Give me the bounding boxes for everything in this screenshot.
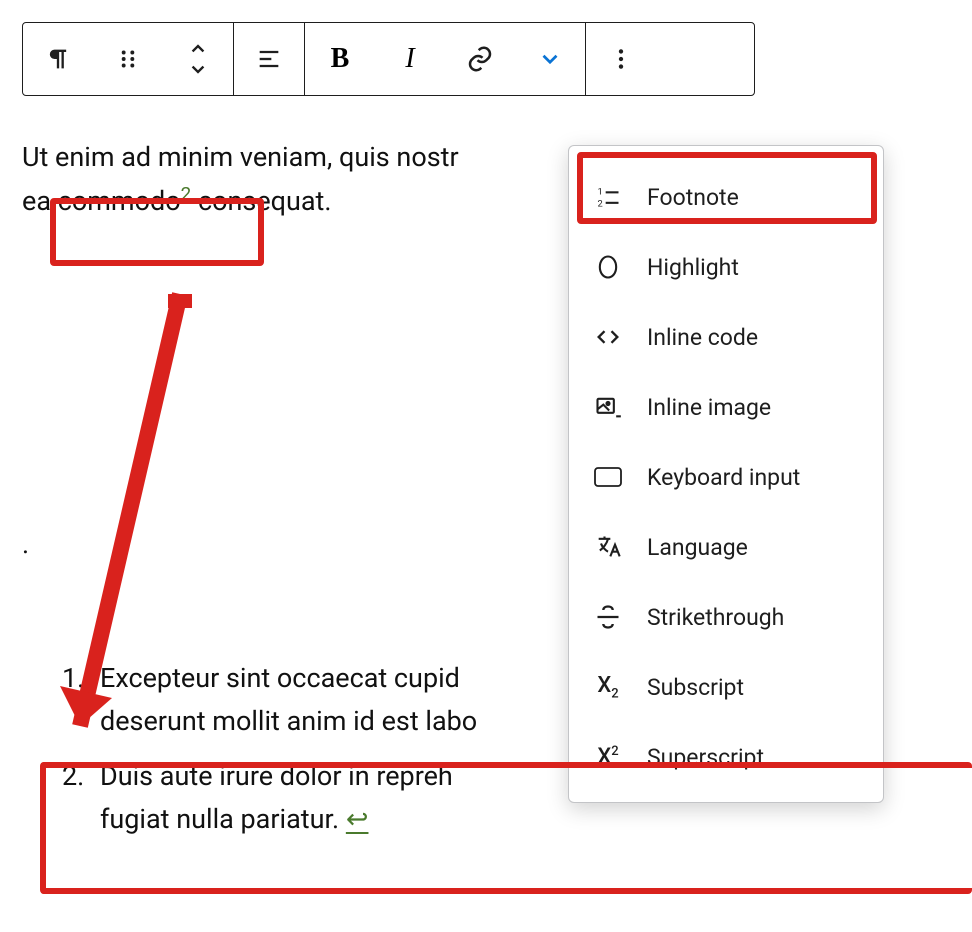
dropdown-item-footnote[interactable]: 12 Footnote bbox=[569, 162, 883, 232]
para1-text-a: Ut enim ad minim veniam, quis nostr bbox=[22, 141, 459, 173]
dropdown-item-highlight[interactable]: Highlight bbox=[569, 232, 883, 302]
block-toolbar: B I bbox=[22, 22, 755, 96]
more-formats-button[interactable] bbox=[515, 23, 585, 95]
dropdown-item-language[interactable]: Language bbox=[569, 512, 883, 582]
footnote-icon: 12 bbox=[591, 180, 625, 214]
link-icon bbox=[465, 44, 495, 74]
para1-text-d: consequat. bbox=[191, 185, 331, 217]
footnote-num-1: 1. bbox=[62, 657, 100, 743]
dropdown-item-inline-code[interactable]: Inline code bbox=[569, 302, 883, 372]
drag-icon bbox=[115, 46, 141, 72]
link-button[interactable] bbox=[445, 23, 515, 95]
dropdown-item-strikethrough[interactable]: Strikethrough bbox=[569, 582, 883, 652]
footnote-marker-2[interactable]: 2 bbox=[181, 182, 192, 205]
bold-button[interactable]: B bbox=[305, 23, 375, 95]
highlight-icon bbox=[591, 250, 625, 284]
dropdown-label-highlight: Highlight bbox=[647, 254, 739, 281]
more-options-button[interactable] bbox=[586, 23, 656, 95]
superscript-icon: X2 bbox=[591, 740, 625, 774]
language-icon bbox=[591, 530, 625, 564]
dropdown-label-subscript: Subscript bbox=[647, 674, 744, 701]
dropdown-label-strikethrough: Strikethrough bbox=[647, 604, 784, 631]
chevron-down-icon bbox=[537, 46, 563, 72]
format-dropdown: 12 Footnote Highlight Inline code Inline… bbox=[568, 145, 884, 803]
toolbar-group-more bbox=[586, 23, 656, 95]
move-updown-icon bbox=[185, 40, 211, 78]
dropdown-item-subscript[interactable]: X2 Subscript bbox=[569, 652, 883, 722]
dropdown-label-language: Language bbox=[647, 534, 748, 561]
strikethrough-icon bbox=[591, 600, 625, 634]
dropdown-label-keyboard: Keyboard input bbox=[647, 464, 800, 491]
dropdown-label-footnote: Footnote bbox=[647, 184, 739, 211]
para1-text-c: ea bbox=[22, 185, 51, 217]
move-updown-button[interactable] bbox=[163, 23, 233, 95]
inline-image-icon bbox=[591, 390, 625, 424]
svg-text:2: 2 bbox=[598, 198, 603, 209]
drag-handle-button[interactable] bbox=[93, 23, 163, 95]
toolbar-group-align bbox=[234, 23, 305, 95]
paragraph-icon bbox=[44, 45, 72, 73]
toolbar-group-format: B I bbox=[305, 23, 586, 95]
keyboard-icon bbox=[591, 460, 625, 494]
toolbar-group-block bbox=[23, 23, 234, 95]
para1-word: commodo bbox=[51, 185, 181, 217]
subscript-icon: X2 bbox=[591, 670, 625, 704]
align-button[interactable] bbox=[234, 23, 304, 95]
align-left-icon bbox=[255, 45, 283, 73]
dropdown-label-superscript: Superscript bbox=[647, 744, 764, 771]
more-vertical-icon bbox=[608, 46, 634, 72]
italic-icon: I bbox=[405, 43, 414, 75]
dropdown-item-keyboard[interactable]: Keyboard input bbox=[569, 442, 883, 512]
dropdown-item-inline-image[interactable]: Inline image bbox=[569, 372, 883, 442]
svg-text:1: 1 bbox=[598, 187, 603, 198]
bold-icon: B bbox=[331, 43, 350, 75]
italic-button[interactable]: I bbox=[375, 23, 445, 95]
dropdown-label-inline-image: Inline image bbox=[647, 394, 771, 421]
dropdown-label-inline-code: Inline code bbox=[647, 324, 758, 351]
dropdown-item-superscript[interactable]: X2 Superscript bbox=[569, 722, 883, 792]
footnote-num-2: 2. bbox=[62, 755, 100, 841]
inline-code-icon bbox=[591, 320, 625, 354]
footnote-return-link[interactable]: ↩ bbox=[346, 803, 369, 835]
paragraph-block-button[interactable] bbox=[23, 23, 93, 95]
